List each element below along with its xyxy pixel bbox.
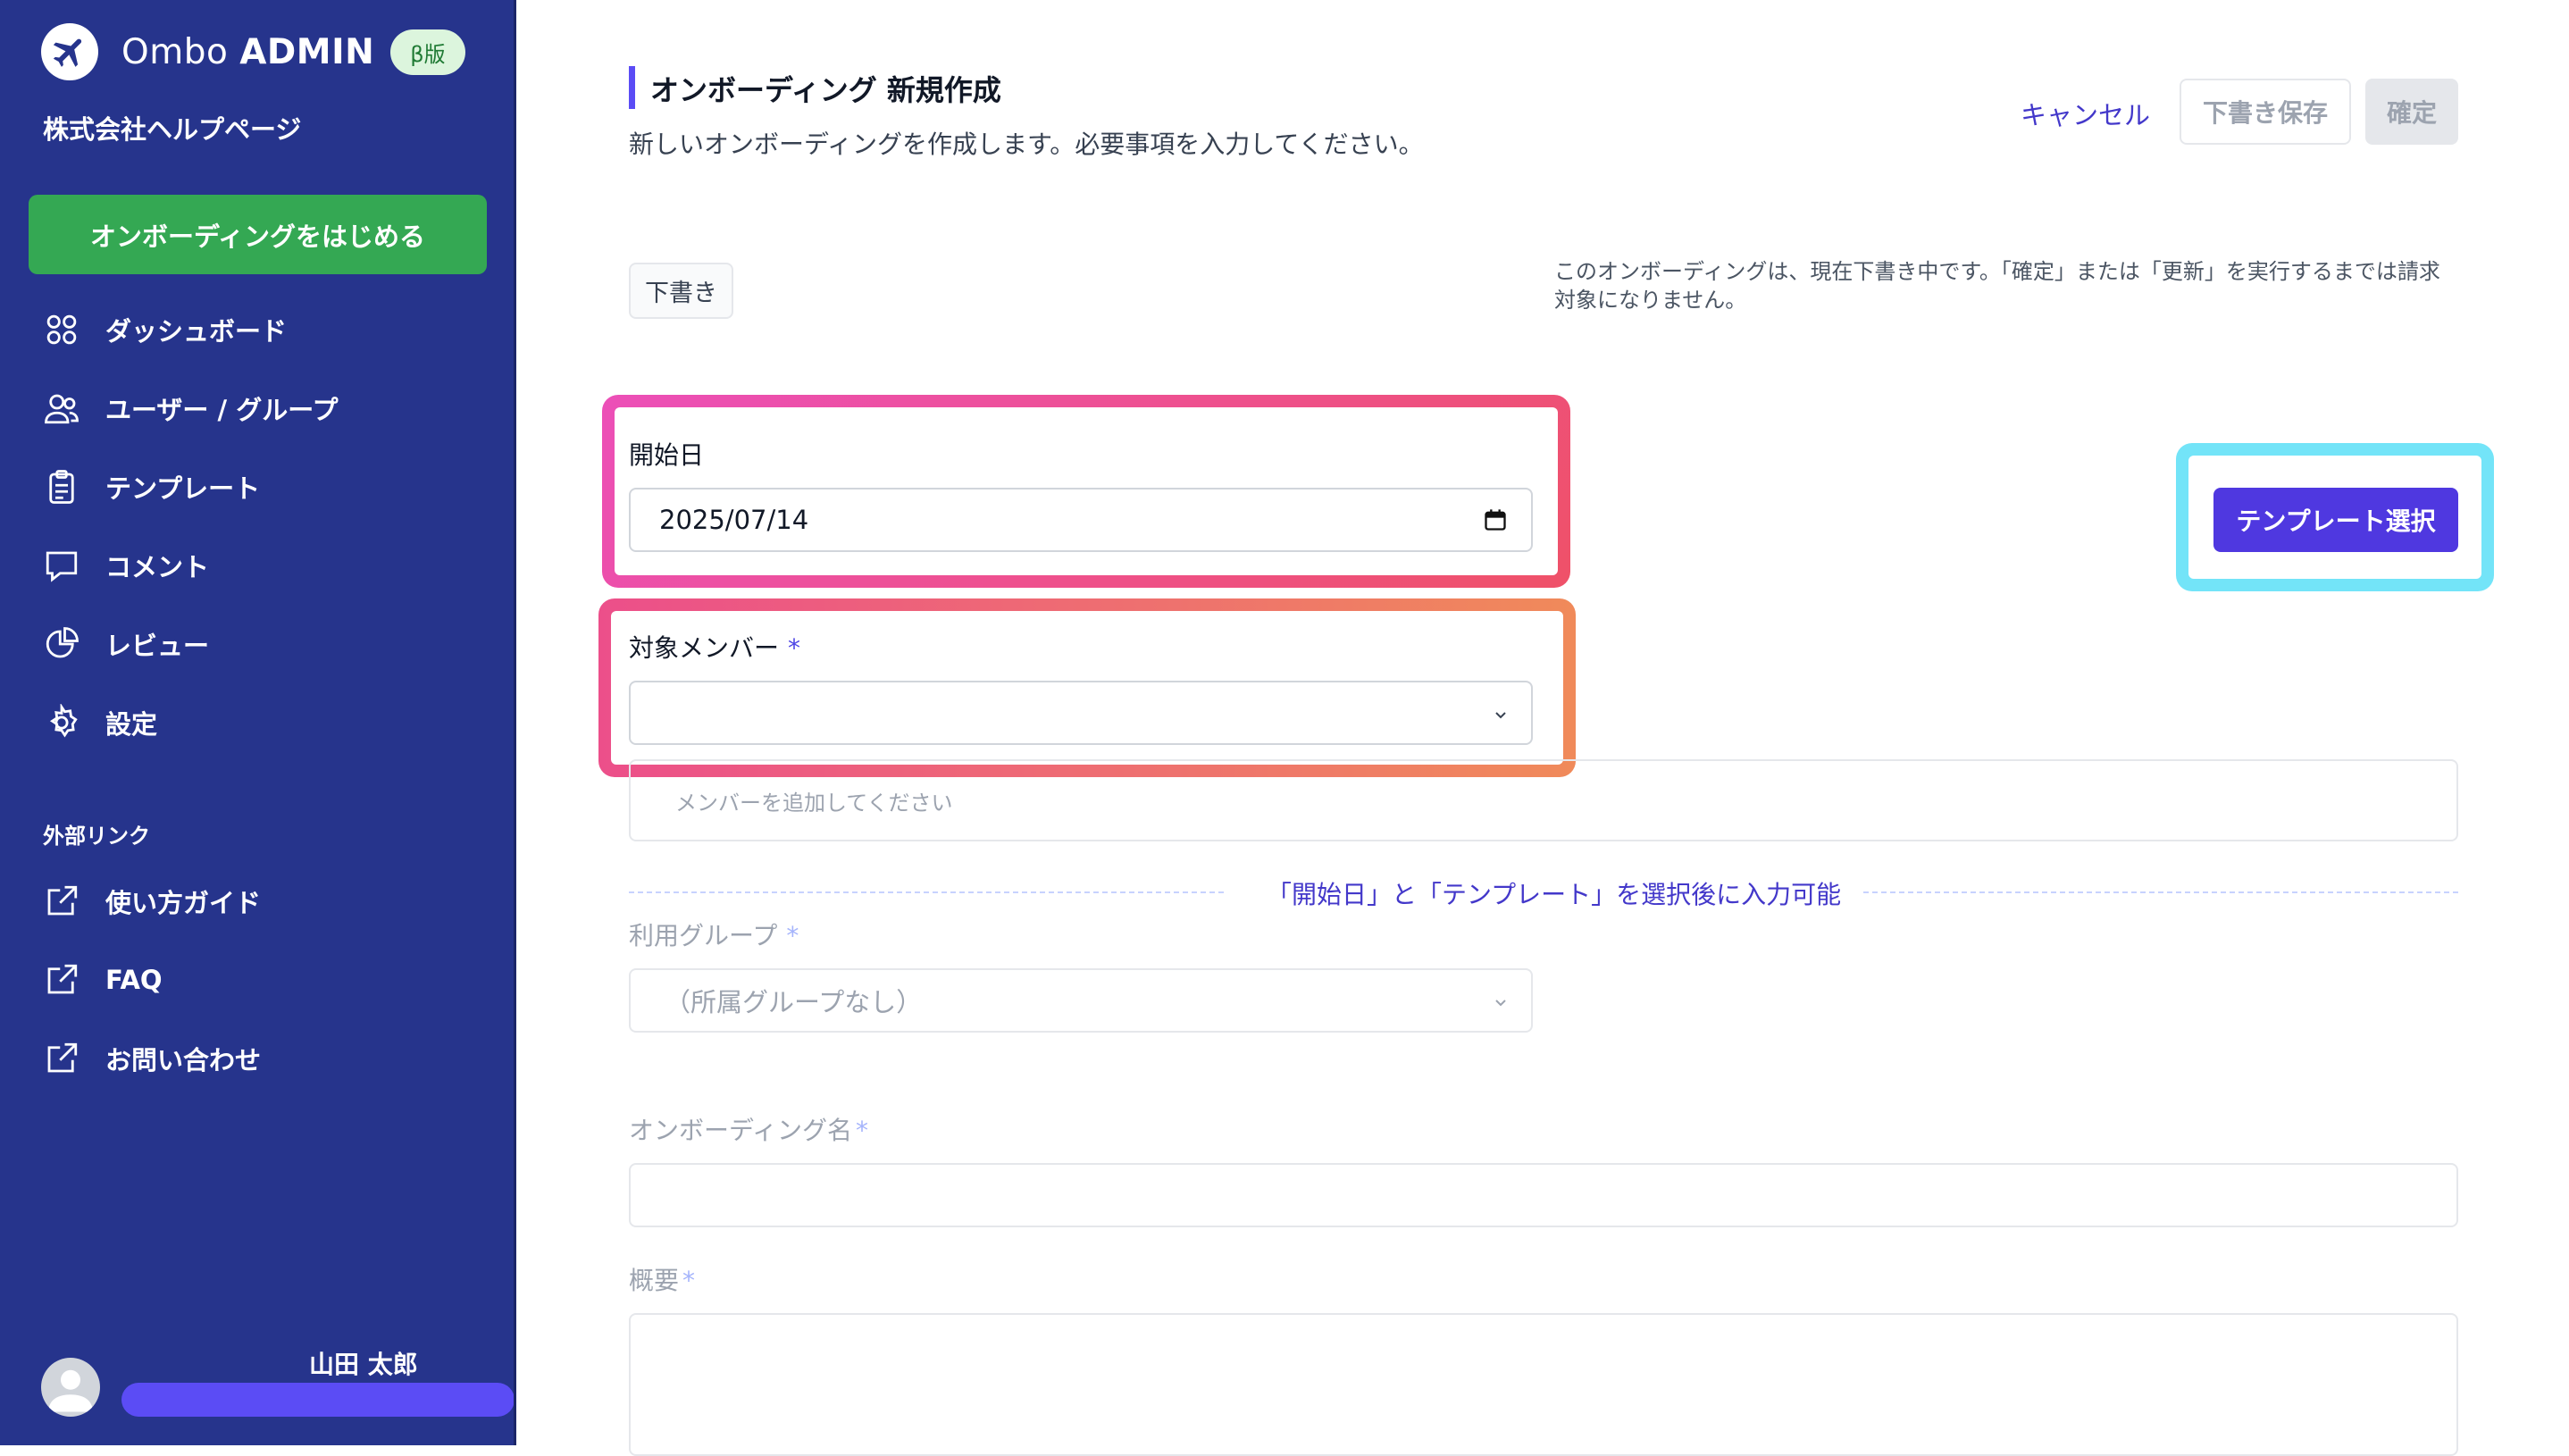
chevron-down-icon (1495, 712, 1506, 719)
member-list-box[interactable]: メンバーを追加してください (629, 759, 2458, 841)
group-label: 利用グループ * (629, 921, 799, 950)
status-badge: 下書き (629, 263, 733, 319)
title-accent-bar (629, 66, 635, 109)
user-name: 山田 太郎 (309, 1350, 418, 1379)
target-member-select[interactable] (629, 681, 1533, 745)
template-select-button[interactable]: テンプレート選択 (2213, 488, 2458, 552)
summary-label: 概要 * (629, 1266, 696, 1295)
sidebar-item-guide[interactable]: 使い方ガイド (43, 879, 261, 924)
start-date-label: 開始日 (629, 440, 705, 470)
sidebar-item-faq[interactable]: FAQ (43, 958, 163, 1002)
start-date-value: 2025/07/14 (659, 505, 809, 535)
external-link-icon (43, 883, 80, 920)
save-draft-button[interactable]: 下書き保存 (2180, 79, 2351, 145)
sidebar-item-label: ダッシュボード (105, 316, 288, 347)
group-select[interactable]: （所属グループなし） (629, 968, 1533, 1033)
sidebar-item-label: FAQ (105, 965, 163, 995)
sidebar-item-contact[interactable]: お問い合わせ (43, 1036, 261, 1081)
page-subtitle: 新しいオンボーディングを作成します。必要事項を入力してください。 (629, 130, 1424, 159)
sidebar-item-templates[interactable]: テンプレート (43, 464, 260, 509)
member-placeholder: メンバーを追加してください (675, 790, 953, 816)
target-member-label: 対象メンバー * (629, 633, 801, 663)
onboarding-name-input[interactable] (629, 1163, 2458, 1227)
confirm-button[interactable]: 確定 (2365, 79, 2458, 145)
company-name: 株式会社ヘルプページ (43, 114, 302, 145)
sidebar-edge (514, 0, 516, 1445)
comment-icon (43, 547, 80, 584)
sidebar-item-label: 使い方ガイド (105, 888, 262, 918)
divider-notice: 「開始日」と「テンプレート」を選択後に入力可能 (1267, 880, 1842, 909)
onboarding-name-label: オンボーディング名 * (629, 1116, 869, 1145)
divider-left (629, 891, 1224, 893)
external-link-icon (43, 1040, 80, 1077)
users-icon (43, 389, 80, 427)
divider-right (1863, 891, 2458, 893)
sidebar-item-label: ユーザー / グループ (105, 395, 339, 425)
brand-name: Ombo ADMIN (121, 31, 375, 72)
external-link-icon (43, 961, 80, 999)
sidebar-item-users[interactable]: ユーザー / グループ (43, 386, 338, 431)
sidebar-item-comments[interactable]: コメント (43, 543, 209, 588)
start-onboarding-button[interactable]: オンボーディングをはじめる (29, 195, 487, 274)
airplane-icon (41, 23, 98, 80)
sidebar-item-label: 設定 (105, 709, 158, 740)
avatar[interactable] (41, 1358, 100, 1417)
group-value: （所属グループなし） (665, 987, 923, 1017)
cancel-button[interactable]: キャンセル (2021, 95, 2150, 132)
sidebar-item-reviews[interactable]: レビュー (43, 622, 209, 666)
sidebar-item-dashboard[interactable]: ダッシュボード (43, 307, 287, 352)
clipboard-icon (43, 468, 80, 506)
grid-icon (43, 311, 80, 348)
beta-badge: β版 (390, 29, 465, 75)
chevron-down-icon (1495, 1000, 1506, 1007)
sidebar-item-label: コメント (105, 552, 210, 582)
sidebar-item-label: レビュー (105, 631, 210, 661)
pie-chart-icon (43, 625, 80, 663)
sidebar-item-label: テンプレート (105, 473, 261, 504)
external-links-heading: 外部リンク (43, 824, 150, 849)
page-title: オンボーディング 新規作成 (650, 73, 1001, 107)
summary-textarea[interactable] (629, 1313, 2458, 1456)
draft-notice: このオンボーディングは、現在下書き中です。「確定」または「更新」を実行するまでは… (1554, 259, 2440, 313)
sidebar: Ombo ADMIN β版 株式会社ヘルプページ オンボーディングをはじめる ダ… (0, 0, 516, 1445)
calendar-icon[interactable] (1483, 507, 1508, 532)
gear-icon (43, 704, 80, 741)
user-email-redacted (121, 1383, 515, 1417)
start-date-input[interactable]: 2025/07/14 (629, 488, 1533, 552)
sidebar-item-label: お問い合わせ (105, 1045, 262, 1075)
sidebar-item-settings[interactable]: 設定 (43, 700, 157, 745)
brand-logo[interactable]: Ombo ADMIN β版 (41, 23, 465, 80)
